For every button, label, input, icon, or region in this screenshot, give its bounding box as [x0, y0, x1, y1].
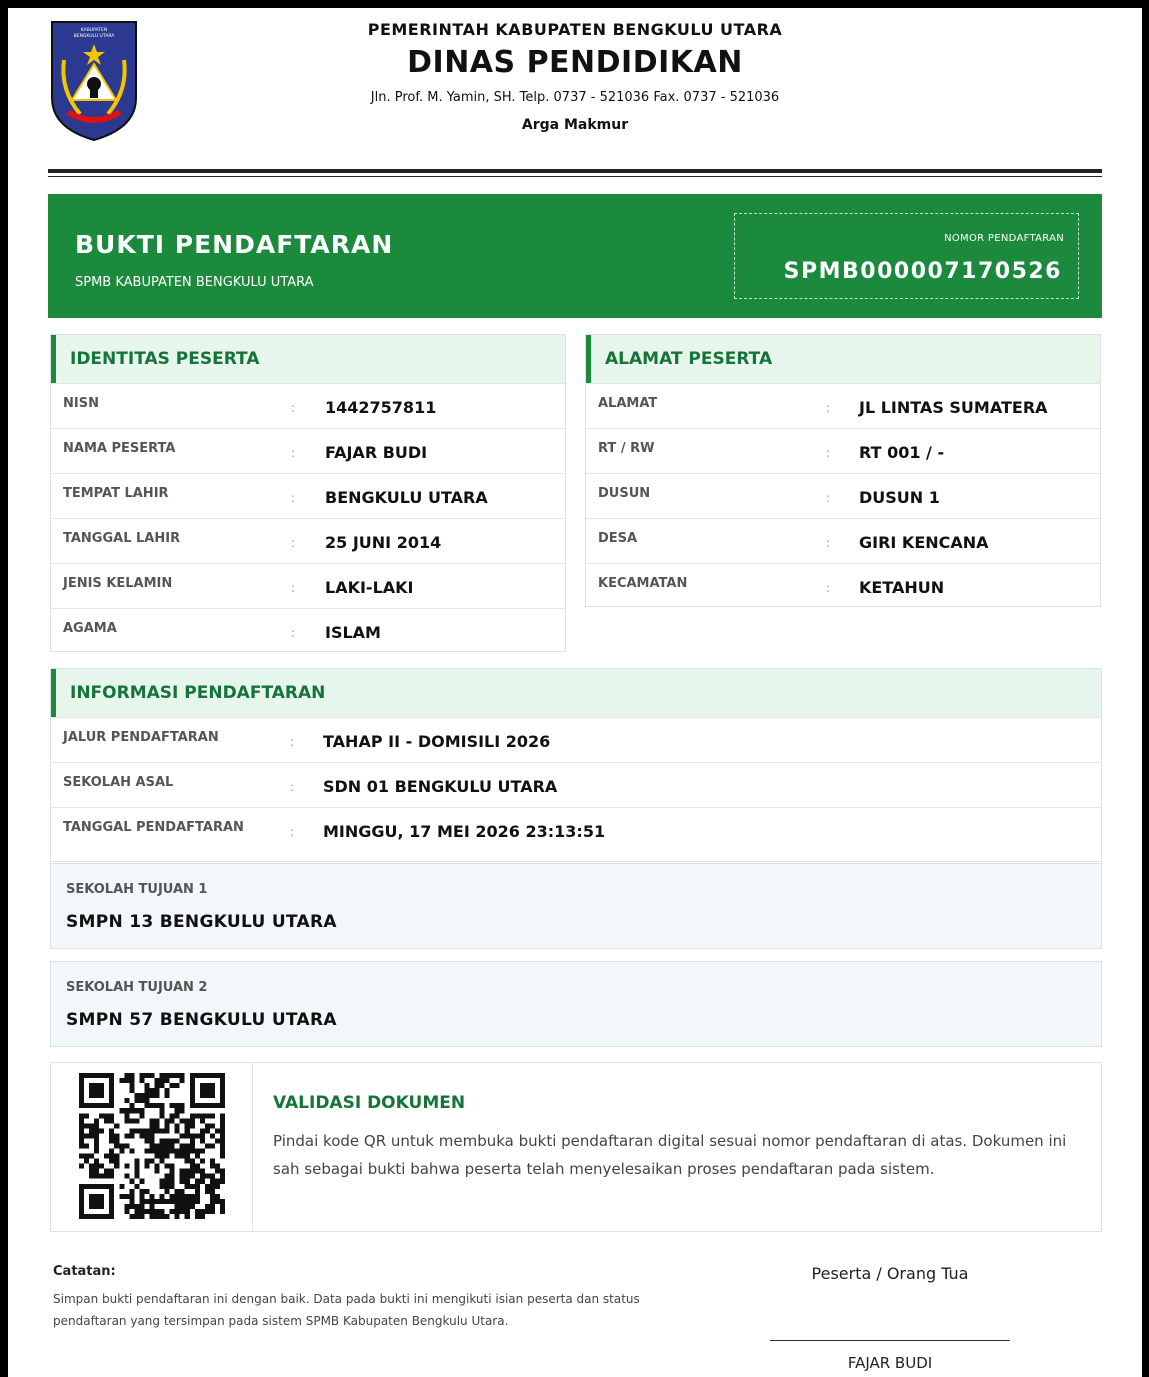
- table-row: RT / RW: RT 001 / -: [586, 428, 1100, 473]
- table-row: KECAMATAN: KETAHUN: [586, 563, 1100, 608]
- field-value: MINGGU, 17 MEI 2026 23:13:51: [323, 822, 606, 841]
- registration-number: SPMB000007170526: [783, 259, 1062, 284]
- field-value: LAKI-LAKI: [325, 578, 414, 597]
- section-title-registration: INFORMASI PENDAFTARAN: [51, 669, 1101, 717]
- agency-name: DINAS PENDIDIKAN: [407, 45, 743, 80]
- agency-address: Jln. Prof. M. Yamin, SH. Telp. 0737 - 52…: [370, 90, 780, 105]
- section-title-identity: IDENTITAS PESERTA: [51, 335, 565, 383]
- separator: :: [290, 735, 295, 749]
- field-value: JL LINTAS SUMATERA: [859, 398, 1048, 417]
- signature-line: [770, 1340, 1010, 1341]
- svg-text:KABUPATEN: KABUPATEN: [81, 27, 107, 33]
- field-value: ISLAM: [325, 623, 381, 642]
- separator: :: [291, 626, 296, 640]
- separator: :: [826, 446, 831, 460]
- separator: :: [826, 581, 831, 595]
- field-value: BENGKULU UTARA: [325, 488, 488, 507]
- target-school-label: SEKOLAH TUJUAN 2: [66, 980, 208, 995]
- target-school-value: SMPN 57 BENGKULU UTARA: [66, 1010, 337, 1030]
- registration-number-label: NOMOR PENDAFTARAN: [944, 233, 1064, 244]
- table-row: SEKOLAH ASAL: SDN 01 BENGKULU UTARA: [51, 762, 1101, 807]
- field-label: JENIS KELAMIN: [63, 576, 173, 591]
- field-label: NISN: [63, 396, 99, 411]
- registration-document: KABUPATEN BENGKULU UTARA PEMERINTAH KABU…: [8, 8, 1142, 1377]
- field-label: JALUR PENDAFTARAN: [63, 730, 219, 745]
- table-row: JALUR PENDAFTARAN: TAHAP II - DOMISILI 20…: [51, 717, 1101, 762]
- table-row: ALAMAT: JL LINTAS SUMATERA: [586, 383, 1100, 428]
- field-value: DUSUN 1: [859, 488, 940, 507]
- qr-code-icon[interactable]: [79, 1073, 225, 1219]
- separator: :: [826, 536, 831, 550]
- separator: :: [291, 401, 296, 415]
- field-value: 25 JUNI 2014: [325, 533, 442, 552]
- field-value: GIRI KENCANA: [859, 533, 989, 552]
- validation-text: Pindai kode QR untuk membuka bukti penda…: [273, 1132, 1067, 1178]
- table-row: NAMA PESERTA: FAJAR BUDI: [51, 428, 565, 473]
- svg-text:BENGKULU UTARA: BENGKULU UTARA: [74, 33, 116, 39]
- separator: :: [826, 491, 831, 505]
- table-row: JENIS KELAMIN: LAKI-LAKI: [51, 563, 565, 608]
- table-row: TANGGAL PENDAFTARAN: MINGGU, 17 MEI 2026 …: [51, 807, 1101, 852]
- target-school-2: SEKOLAH TUJUAN 2 SMPN 57 BENGKULU UTARA: [50, 961, 1102, 1047]
- government-name: PEMERINTAH KABUPATEN BENGKULU UTARA: [367, 20, 783, 39]
- field-label: AGAMA: [63, 621, 117, 636]
- field-label: ALAMAT: [598, 396, 658, 411]
- field-value: KETAHUN: [859, 578, 945, 597]
- field-label: KECAMATAN: [598, 576, 688, 591]
- target-school-label: SEKOLAH TUJUAN 1: [66, 882, 208, 897]
- field-label: TEMPAT LAHIR: [63, 486, 169, 501]
- note-title: Catatan:: [53, 1264, 116, 1279]
- table-row: NISN: 1442757811: [51, 383, 565, 428]
- regency-emblem-icon: KABUPATEN BENGKULU UTARA: [51, 21, 137, 142]
- field-value: 1442757811: [325, 398, 437, 417]
- letterhead-divider-thick: [48, 169, 1102, 173]
- field-label: SEKOLAH ASAL: [63, 775, 174, 790]
- field-label: TANGGAL LAHIR: [63, 531, 181, 546]
- letterhead: KABUPATEN BENGKULU UTARA PEMERINTAH KABU…: [8, 8, 1142, 178]
- section-title-address: ALAMAT PESERTA: [586, 335, 1100, 383]
- document-validation-card: VALIDASI DOKUMEN Pindai kode QR untuk me…: [50, 1062, 1102, 1232]
- field-label: DESA: [598, 531, 638, 546]
- field-label: DUSUN: [598, 486, 651, 501]
- qr-container: [51, 1063, 253, 1231]
- field-label: NAMA PESERTA: [63, 441, 176, 456]
- field-value: TAHAP II - DOMISILI 2026: [323, 732, 551, 751]
- document-subtitle: SPMB KABUPATEN BENGKULU UTARA: [75, 275, 314, 290]
- separator: :: [291, 581, 296, 595]
- separator: :: [291, 446, 296, 460]
- registration-banner: BUKTI PENDAFTARAN SPMB KABUPATEN BENGKUL…: [48, 194, 1102, 318]
- separator: :: [290, 780, 295, 794]
- table-row: AGAMA: ISLAM: [51, 608, 565, 653]
- field-value: SDN 01 BENGKULU UTARA: [323, 777, 558, 796]
- field-value: RT 001 / -: [859, 443, 945, 462]
- table-row: DESA: GIRI KENCANA: [586, 518, 1100, 563]
- field-value: FAJAR BUDI: [325, 443, 428, 462]
- field-label: TANGGAL PENDAFTARAN: [63, 820, 244, 835]
- agency-city: Arga Makmur: [521, 117, 629, 133]
- table-row: TEMPAT LAHIR: BENGKULU UTARA: [51, 473, 565, 518]
- table-row: TANGGAL LAHIR: 25 JUNI 2014: [51, 518, 565, 563]
- registration-number-box: NOMOR PENDAFTARAN SPMB000007170526: [734, 213, 1079, 299]
- target-school-value: SMPN 13 BENGKULU UTARA: [66, 912, 337, 932]
- validation-title: VALIDASI DOKUMEN: [273, 1093, 466, 1113]
- letterhead-divider-thin: [48, 176, 1102, 177]
- separator: :: [826, 401, 831, 415]
- separator: :: [291, 536, 296, 550]
- table-row: DUSUN: DUSUN 1: [586, 473, 1100, 518]
- signature-role: Peserta / Orang Tua: [811, 1264, 969, 1283]
- participant-address-card: ALAMAT PESERTA ALAMAT: JL LINTAS SUMATERA…: [585, 334, 1101, 607]
- field-label: RT / RW: [598, 441, 655, 456]
- note-text: Simpan bukti pendaftaran ini dengan baik…: [53, 1292, 640, 1328]
- letterhead-text: PEMERINTAH KABUPATEN BENGKULU UTARA DINA…: [208, 20, 942, 133]
- separator: :: [290, 825, 295, 839]
- document-title: BUKTI PENDAFTARAN: [75, 230, 394, 259]
- target-school-1: SEKOLAH TUJUAN 1 SMPN 13 BENGKULU UTARA: [50, 863, 1102, 949]
- separator: :: [291, 491, 296, 505]
- participant-identity-card: IDENTITAS PESERTA NISN: 1442757811 NAMA P…: [50, 334, 566, 652]
- registration-info-card: INFORMASI PENDAFTARAN JALUR PENDAFTARAN:…: [50, 668, 1102, 862]
- signature-name: FAJAR BUDI: [847, 1354, 933, 1372]
